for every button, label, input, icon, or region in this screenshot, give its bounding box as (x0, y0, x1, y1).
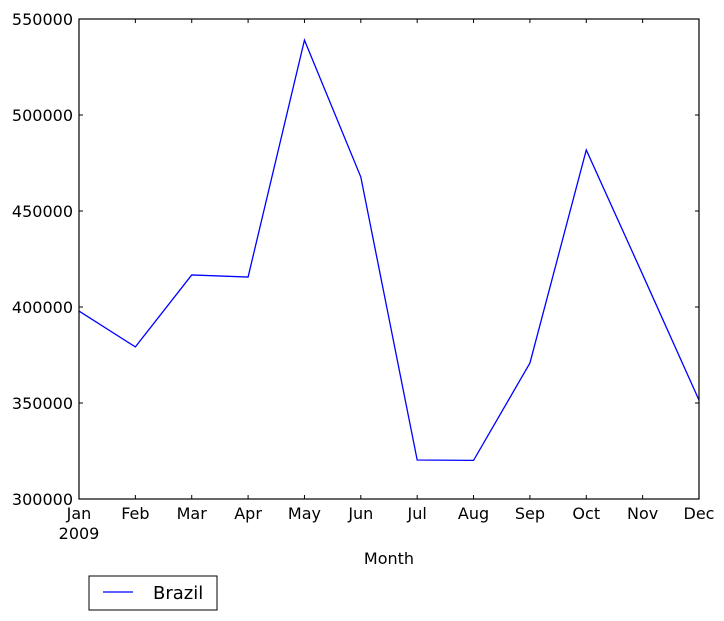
x-tick-label: Jan (66, 504, 92, 523)
x-tick-label: Jul (407, 504, 427, 523)
line-chart: 300000 350000 400000 450000 500000 550000 Jan… (12, 10, 715, 611)
axis-ticks (78, 18, 700, 500)
y-tick-label: 300000 (12, 490, 73, 509)
series-line-brazil (78, 38, 700, 462)
x-tick-label: Jun (347, 504, 373, 523)
x-tick-labels: Jan Feb Mar Apr May Jun Jul Aug Sep Oct Nov Dec (66, 504, 715, 523)
legend-label-brazil: Brazil (153, 583, 203, 604)
x-tick-label: Oct (572, 504, 600, 523)
y-tick-label: 450000 (12, 202, 73, 221)
x-tick-label: Mar (177, 504, 208, 523)
y-tick-label: 400000 (12, 298, 73, 317)
x-tick-label: Sep (515, 504, 545, 523)
y-tick-label: 350000 (12, 394, 73, 413)
x-axis-label: Month (364, 549, 414, 568)
plot-frame (78, 18, 700, 500)
plot-area (78, 38, 700, 462)
x-year-label: 2009 (59, 524, 100, 543)
legend[interactable]: Brazil (88, 575, 218, 611)
y-tick-label: 500000 (12, 106, 73, 125)
y-tick-labels: 300000 350000 400000 450000 500000 550000 (12, 10, 73, 509)
x-tick-label: Dec (684, 504, 715, 523)
y-tick-label: 550000 (12, 10, 73, 29)
x-tick-label: Feb (121, 504, 149, 523)
x-tick-label: Apr (234, 504, 262, 523)
x-tick-label: Aug (458, 504, 489, 523)
x-tick-label: May (288, 504, 321, 523)
x-tick-label: Nov (627, 504, 658, 523)
